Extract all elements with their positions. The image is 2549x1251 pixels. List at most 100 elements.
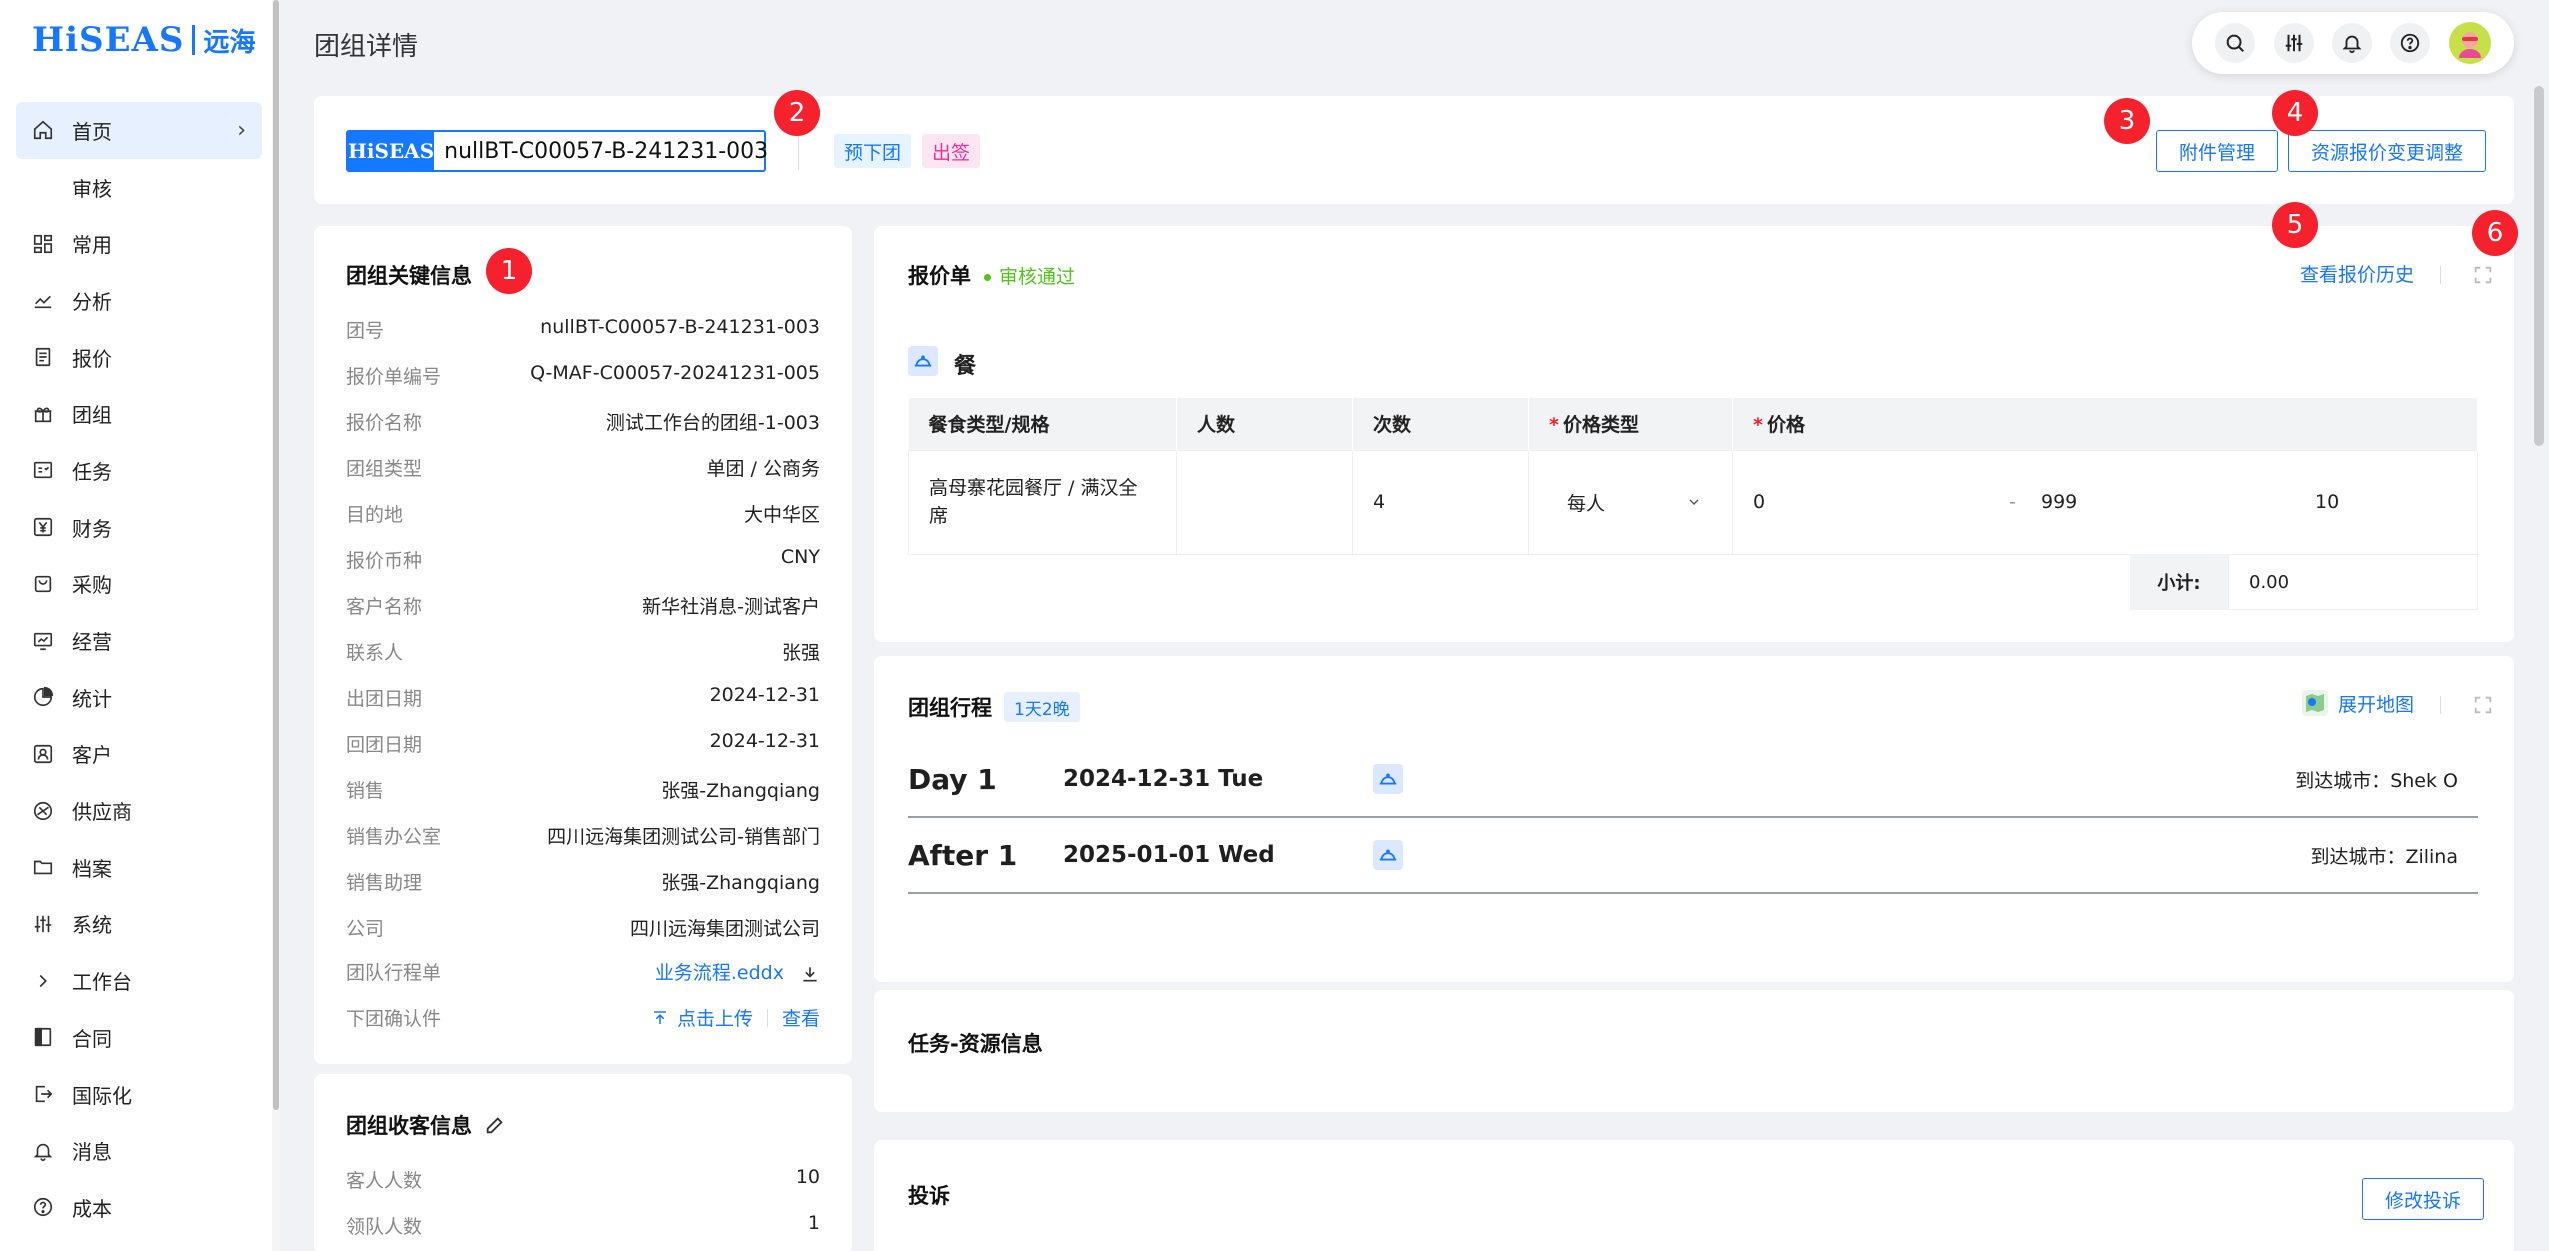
marker-5: 5 xyxy=(2272,202,2318,248)
group-code-box[interactable]: HiSEAS nullBT-C00057-B-241231-003 xyxy=(346,130,769,172)
leader-count-label: 领队人数 xyxy=(346,1216,423,1238)
cell-times[interactable]: 4 xyxy=(1352,449,1529,555)
fullscreen-icon[interactable] xyxy=(2472,264,2494,286)
sidebar-item-12[interactable]: 供应商 xyxy=(16,782,262,839)
sidebar-item-7[interactable]: 财务 xyxy=(16,499,262,556)
info-label: 联系人 xyxy=(346,642,404,664)
chevron-right-icon: › xyxy=(237,117,246,143)
price-to-input[interactable]: 999 xyxy=(2041,491,2315,513)
sidebar-item-label: 国际化 xyxy=(72,1083,132,1108)
meal-table-header: 餐食类型/规格 人数 次数 * 价格类型 * 价格 xyxy=(908,398,2478,450)
sidebar-item-10[interactable]: 统计 xyxy=(16,669,262,726)
sidebar-item-18[interactable]: 消息 xyxy=(16,1122,262,1179)
edit-complaint-button[interactable]: 修改投诉 xyxy=(2362,1178,2484,1220)
cell-meal-type: 高母寨花园餐厅 / 满汉全席 xyxy=(908,449,1177,555)
upload-link[interactable]: 点击上传 xyxy=(677,1004,753,1031)
sidebar-item-label: 工作台 xyxy=(72,970,132,995)
upload-icon[interactable] xyxy=(651,1009,669,1027)
pie-chart-icon xyxy=(32,686,54,708)
info-label: 报价单编号 xyxy=(346,366,442,388)
day-name: After 1 xyxy=(908,838,1018,872)
sidebar-item-9[interactable]: 经营 xyxy=(16,612,262,669)
sidebar-item-label: 经营 xyxy=(72,630,112,655)
edit-icon[interactable] xyxy=(484,1114,506,1136)
sidebar-item-0[interactable]: 首页 › xyxy=(16,102,262,159)
main-scrollbar-thumb[interactable] xyxy=(2534,86,2544,446)
sidebar-item-2[interactable]: 常用 xyxy=(16,215,262,272)
quote-status-text: 审核通过 xyxy=(999,266,1076,288)
sidebar-item-11[interactable]: 客户 xyxy=(16,726,262,783)
task-resource-card: 任务-资源信息 xyxy=(874,990,2514,1112)
info-label: 销售助理 xyxy=(346,872,423,894)
sidebar-item-label: 合同 xyxy=(72,1026,112,1051)
attachment-manage-button[interactable]: 附件管理 xyxy=(2156,130,2278,172)
info-value: 2024-12-31 xyxy=(709,730,820,752)
arrival-city: 到达城市：Shek O xyxy=(2295,769,2458,792)
sidebar-item-label: 任务 xyxy=(72,459,112,484)
sidebar-item-label: 常用 xyxy=(72,233,112,258)
info-value: 新华社消息-测试客户 xyxy=(642,596,820,618)
price-type-select[interactable]: 每人 xyxy=(1528,449,1733,555)
info-label: 团组类型 xyxy=(346,458,423,480)
info-label: 销售 xyxy=(346,780,385,802)
info-value: 四川远海集团测试公司-销售部门 xyxy=(547,826,820,848)
help-icon[interactable] xyxy=(2390,23,2431,63)
price-type-value: 每人 xyxy=(1567,492,1606,515)
quote-history-link[interactable]: 查看报价历史 xyxy=(2300,260,2414,287)
header-divider xyxy=(798,132,799,170)
info-label: 目的地 xyxy=(346,504,404,526)
info-row: 公司 四川远海集团测试公司 xyxy=(346,914,820,941)
itinerary-file-link[interactable]: 业务流程.eddx xyxy=(655,962,784,984)
sidebar-item-6[interactable]: 任务 xyxy=(16,442,262,499)
avatar[interactable] xyxy=(2448,22,2491,64)
sidebar-item-8[interactable]: 采购 xyxy=(16,556,262,613)
itinerary-title: 团组行程 xyxy=(908,696,992,720)
search-icon[interactable] xyxy=(2215,23,2256,63)
sidebar-item-5[interactable]: 团组 xyxy=(16,385,262,442)
sidebar-item-19[interactable]: 成本 xyxy=(16,1179,262,1236)
info-label: 客户名称 xyxy=(346,596,423,618)
itinerary-day-row[interactable]: Day 1 2024-12-31 Tue 到达城市：Shek O xyxy=(908,742,2478,818)
download-icon[interactable] xyxy=(800,964,820,984)
sidebar-item-16[interactable]: 合同 xyxy=(16,1009,262,1066)
sidebar-item-1[interactable]: 审核 xyxy=(16,159,262,216)
day-name: Day 1 xyxy=(908,762,997,796)
price-extra-input[interactable]: 10 xyxy=(2315,491,2339,513)
chevron-right-icon xyxy=(32,970,54,992)
info-value: 张强-Zhangqiang xyxy=(661,780,820,802)
meal-section-title: 餐 xyxy=(954,354,977,379)
itinerary-day-row[interactable]: After 1 2025-01-01 Wed 到达城市：Zilina xyxy=(908,818,2478,894)
info-row: 报价单编号 Q-MAF-C00057-20241231-005 xyxy=(346,362,820,389)
quote-title: 报价单 xyxy=(908,264,971,288)
sidebar-item-14[interactable]: 系统 xyxy=(16,896,262,953)
bell-icon[interactable] xyxy=(2331,23,2372,63)
cell-people[interactable] xyxy=(1176,449,1353,555)
info-value: CNY xyxy=(780,546,820,568)
sidebar-item-13[interactable]: 档案 xyxy=(16,839,262,896)
expand-map-button[interactable]: 展开地图 xyxy=(2300,688,2414,718)
price-from-input[interactable]: 0 xyxy=(1753,491,2009,513)
view-link[interactable]: 查看 xyxy=(782,1004,820,1031)
sidebar-item-17[interactable]: 国际化 xyxy=(16,1066,262,1123)
info-value: 张强 xyxy=(781,642,820,664)
sidebar-item-label: 消息 xyxy=(72,1140,112,1165)
logo-separator xyxy=(192,25,196,55)
price-adjust-button[interactable]: 资源报价变更调整 xyxy=(2288,130,2486,172)
meal-icon xyxy=(1373,764,1403,794)
sliders-icon[interactable] xyxy=(2273,23,2314,63)
fullscreen-icon[interactable] xyxy=(2472,694,2494,716)
sidebar-item-label: 系统 xyxy=(72,913,112,938)
sidebar-item-label: 供应商 xyxy=(72,800,132,825)
sidebar-item-4[interactable]: 报价 xyxy=(16,329,262,386)
logout-icon xyxy=(32,1083,54,1105)
sidebar-item-15[interactable]: 工作台 xyxy=(16,952,262,1009)
sidebar-item-3[interactable]: 分析 xyxy=(16,272,262,329)
brand-logo[interactable]: HiSEAS 远海 xyxy=(32,16,255,64)
sidebar-scrollbar-thumb[interactable] xyxy=(273,0,279,1110)
col-price: * 价格 xyxy=(1732,398,2478,450)
contract-icon xyxy=(32,1026,54,1048)
task-icon xyxy=(32,459,54,481)
group-code: nullBT-C00057-B-241231-003 xyxy=(444,138,769,164)
meal-table: 餐食类型/规格 人数 次数 * 价格类型 * 价格 高母寨花园餐厅 / 满汉全席 4… xyxy=(908,398,2478,555)
complaint-card: 投诉 修改投诉 xyxy=(874,1140,2514,1251)
